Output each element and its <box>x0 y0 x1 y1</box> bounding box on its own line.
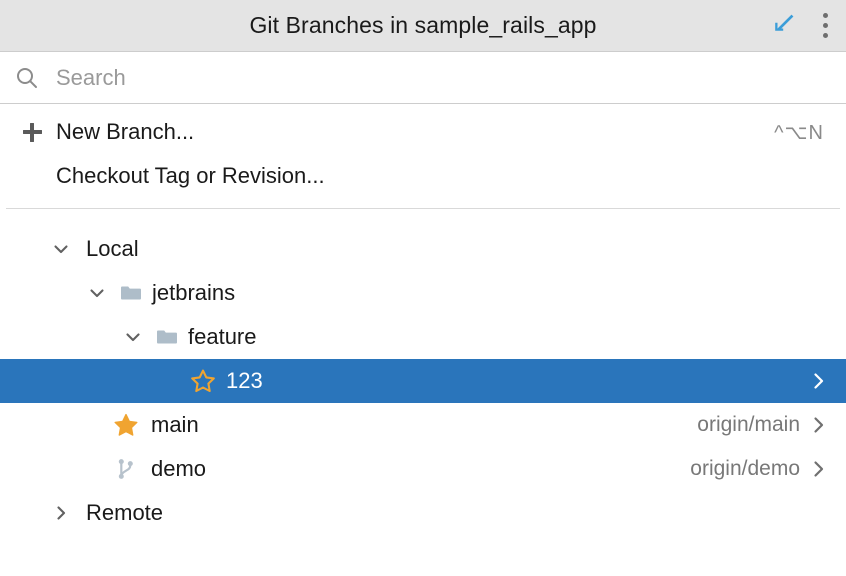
tree-row-local[interactable]: Local <box>0 227 846 271</box>
plus-icon-slot <box>10 122 54 142</box>
action-list: New Branch... ^⌥N Checkout Tag or Revisi… <box>0 104 846 203</box>
tree-label-demo: demo <box>151 456 207 481</box>
star-outline-icon[interactable] <box>190 368 216 394</box>
tree-row-main[interactable]: main origin/main <box>0 403 846 447</box>
tree-row-demo[interactable]: demo origin/demo <box>0 447 846 491</box>
tree-label-123: 123 <box>226 368 263 393</box>
popup-titlebar: Git Branches in sample_rails_app <box>0 0 846 52</box>
checkout-tag-or-revision-label: Checkout Tag or Revision... <box>56 163 325 188</box>
star-filled-icon[interactable] <box>113 412 139 438</box>
folder-icon <box>154 324 180 350</box>
new-branch-action[interactable]: New Branch... ^⌥N <box>0 110 846 154</box>
branch-tree: Local jetbrains feature 123 main origin/… <box>0 209 846 576</box>
more-options-icon <box>822 12 828 40</box>
tree-row-feature[interactable]: feature <box>0 315 846 359</box>
new-branch-shortcut: ^⌥N <box>774 121 824 144</box>
titlebar-actions <box>762 0 846 51</box>
tree-label-feature: feature <box>188 324 257 349</box>
git-branch-icon <box>113 456 139 482</box>
tree-row-jetbrains[interactable]: jetbrains <box>0 271 846 315</box>
more-options-button[interactable] <box>804 5 846 47</box>
tree-label-remote: Remote <box>86 500 164 525</box>
new-branch-label: New Branch... <box>56 119 195 144</box>
tree-row-remote[interactable]: Remote <box>0 491 846 535</box>
chevron-down-icon[interactable] <box>84 280 110 306</box>
popup-title: Git Branches in sample_rails_app <box>249 12 597 38</box>
chevron-right-icon[interactable] <box>810 368 828 394</box>
chevron-right-icon[interactable] <box>810 412 828 438</box>
chevron-right-icon[interactable] <box>48 500 74 526</box>
plus-icon <box>22 122 42 142</box>
search-input[interactable] <box>56 64 756 91</box>
show-as-tool-window-button[interactable] <box>762 5 804 47</box>
tree-label-jetbrains: jetbrains <box>152 280 236 305</box>
tree-label-local: Local <box>86 236 139 261</box>
search-bar <box>0 52 846 104</box>
tree-label-main: main <box>151 412 199 437</box>
git-branches-popup: Git Branches in sample_rails_app Search … <box>0 0 846 576</box>
search-icon <box>14 65 40 91</box>
tracking-label-main: origin/main <box>697 413 800 436</box>
chevron-down-icon[interactable] <box>120 324 146 350</box>
tracking-label-demo: origin/demo <box>690 457 800 480</box>
checkout-tag-or-revision-action[interactable]: Checkout Tag or Revision... <box>0 154 846 198</box>
chevron-down-icon[interactable] <box>48 236 74 262</box>
tree-row-123[interactable]: 123 <box>0 359 846 403</box>
chevron-right-icon[interactable] <box>810 456 828 482</box>
folder-icon <box>118 280 144 306</box>
show-as-tool-window-icon <box>770 10 796 41</box>
